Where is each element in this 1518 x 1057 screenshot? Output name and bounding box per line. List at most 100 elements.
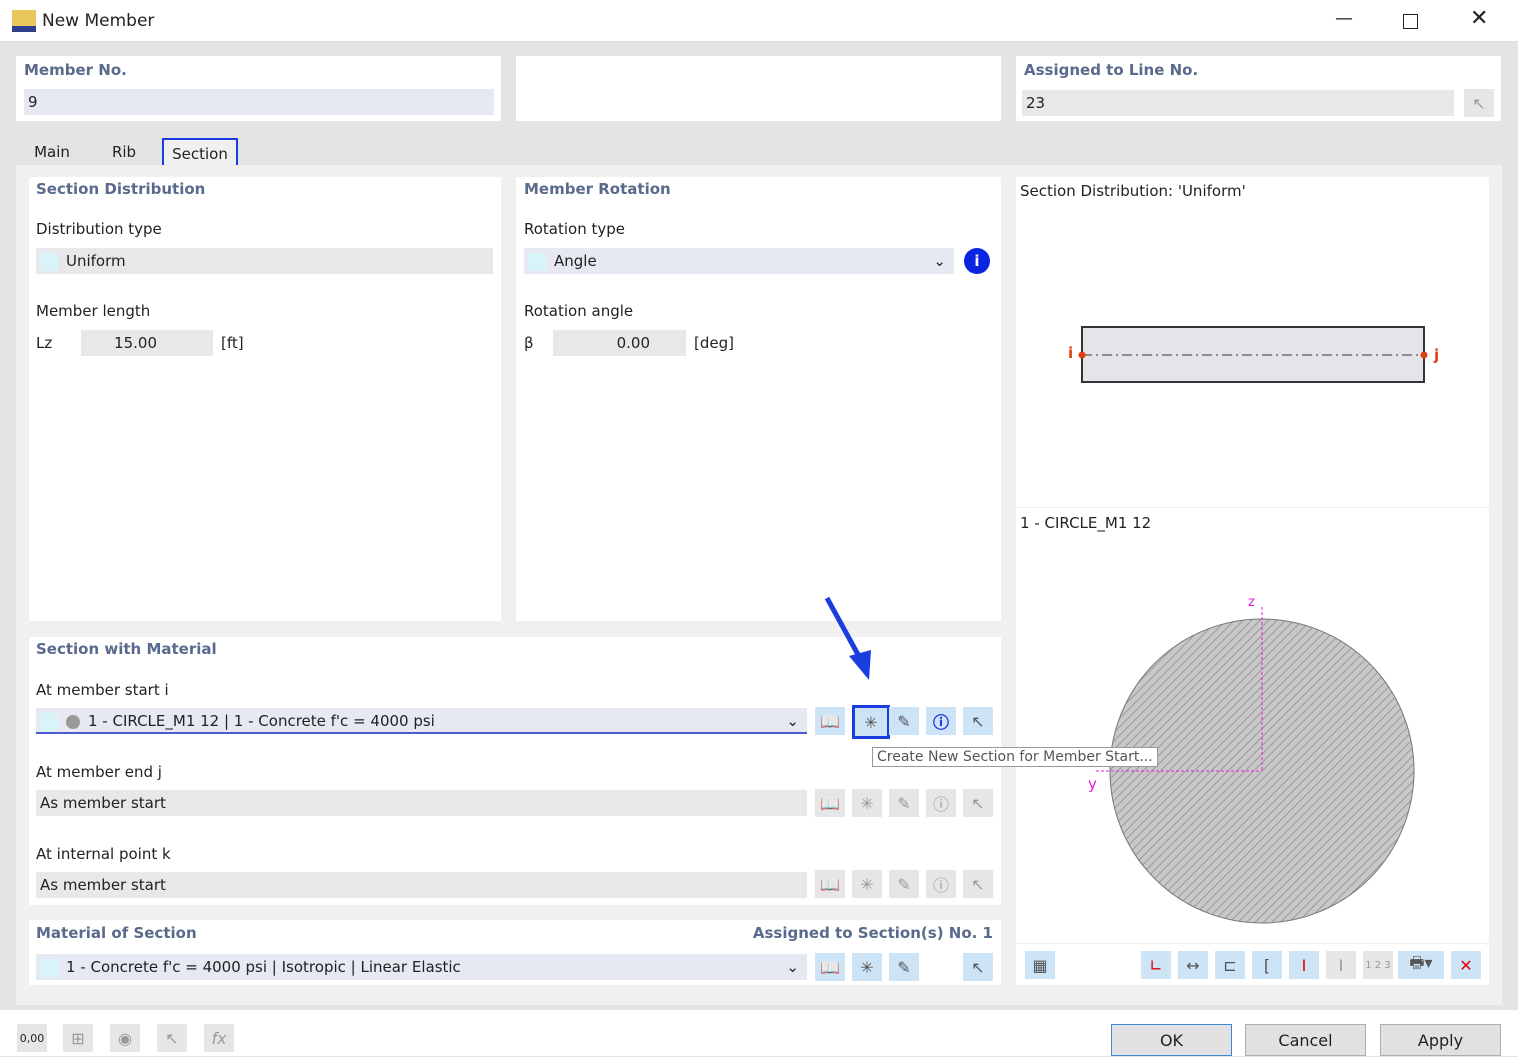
assigned-line-label: Assigned to Line No. <box>1024 61 1199 79</box>
member-rotation-header: Member Rotation <box>524 180 671 198</box>
app-icon <box>12 10 36 32</box>
distribution-type-select[interactable]: Uniform <box>36 248 493 274</box>
start-section-select[interactable]: 1 - CIRCLE_M1 12 | 1 - Concrete f'c = 40… <box>36 708 807 734</box>
node-j-label: j <box>1434 346 1440 364</box>
pick-line-icon[interactable]: ↖ <box>1464 89 1494 117</box>
library-icon: 📖 <box>815 789 845 817</box>
length-symbol: Lz <box>36 334 53 352</box>
color-swatch <box>528 252 546 271</box>
section-distribution-panel: Section Distribution Distribution type U… <box>29 177 501 621</box>
rotation-type-select[interactable]: Angle ⌄ <box>524 248 954 274</box>
distribution-type-value: Uniform <box>66 252 126 270</box>
edit-section-icon: ✎ <box>889 870 919 898</box>
new-material-icon[interactable]: ✳ <box>852 953 882 981</box>
axes-icon[interactable]: ⊏ <box>1215 951 1245 979</box>
minimize-button[interactable]: — <box>1335 8 1353 29</box>
tooltip: Create New Section for Member Start... <box>872 747 1158 767</box>
color-swatch <box>40 712 58 731</box>
member-no-label: Member No. <box>24 61 127 79</box>
material-header: Material of Section <box>36 924 197 942</box>
rotation-angle-value: 0.00 <box>616 334 650 352</box>
rotation-type-label: Rotation type <box>524 220 626 238</box>
angle-symbol: β <box>524 334 534 352</box>
stress-points-icon[interactable]: I <box>1289 951 1319 979</box>
title-bar: New Member — ✕ <box>0 0 1518 42</box>
color-swatch <box>40 958 58 977</box>
rotation-angle-label: Rotation angle <box>524 302 634 320</box>
info-icon[interactable]: i <box>964 248 990 274</box>
library-icon[interactable]: 📖 <box>815 953 845 981</box>
internal-label: At internal point k <box>36 845 171 863</box>
function-icon[interactable]: fx <box>204 1024 234 1052</box>
cancel-button[interactable]: Cancel <box>1245 1024 1366 1056</box>
info-icon[interactable]: ⓘ <box>926 707 956 735</box>
info-icon: ⓘ <box>926 789 956 817</box>
assigned-sections: Assigned to Section(s) No. 1 <box>752 924 993 942</box>
close-button[interactable]: ✕ <box>1470 6 1488 31</box>
divider <box>1016 507 1489 508</box>
maximize-button[interactable] <box>1403 14 1418 29</box>
distribution-preview-title: Section Distribution: 'Uniform' <box>1020 182 1246 200</box>
model-icon[interactable]: ⊞ <box>63 1024 93 1052</box>
assigned-line-panel: Assigned to Line No. 23 ↖ <box>1016 56 1501 121</box>
shear-center-icon[interactable]: [ <box>1252 951 1282 979</box>
material-value: 1 - Concrete f'c = 4000 psi | Isotropic … <box>66 958 461 976</box>
pick-section-icon: ↖ <box>963 789 993 817</box>
pick-section-icon: ↖ <box>963 870 993 898</box>
chevron-down-icon: ⌄ <box>786 958 799 976</box>
print-icon[interactable]: 🖶▾ <box>1398 951 1444 979</box>
dimensions-icon[interactable]: ↔ <box>1178 951 1208 979</box>
circle-icon <box>66 714 80 729</box>
length-unit: [ft] <box>221 334 244 352</box>
start-label: At member start i <box>36 681 169 699</box>
distribution-type-label: Distribution type <box>36 220 162 238</box>
member-rotation-panel: Member Rotation Rotation type Angle ⌄ i R… <box>516 177 1001 621</box>
angle-unit: [deg] <box>694 334 734 352</box>
edit-section-icon[interactable]: ✎ <box>889 707 919 735</box>
section-outline-icon[interactable]: ∟ <box>1141 951 1171 979</box>
view-icon[interactable]: ◉ <box>110 1024 140 1052</box>
new-section-icon: ✳ <box>852 870 882 898</box>
material-select[interactable]: 1 - Concrete f'c = 4000 psi | Isotropic … <box>36 954 807 980</box>
internal-section-select[interactable]: As member start <box>36 872 807 898</box>
section-distribution-header: Section Distribution <box>36 180 206 198</box>
window-title: New Member <box>42 11 155 31</box>
member-length-input[interactable]: 15.00 <box>81 330 213 356</box>
info-icon: ⓘ <box>926 870 956 898</box>
preview-panel: Section Distribution: 'Uniform' i j 1 - … <box>1016 177 1489 985</box>
library-icon[interactable]: 📖 <box>815 707 845 735</box>
assigned-line-input[interactable]: 23 <box>1022 90 1454 116</box>
start-section-value: 1 - CIRCLE_M1 12 | 1 - Concrete f'c = 40… <box>88 712 435 730</box>
member-diagram <box>1078 326 1428 383</box>
display-options-icon[interactable]: ▦ <box>1025 951 1055 979</box>
pick-section-icon[interactable]: ↖ <box>963 707 993 735</box>
pick-material-icon[interactable]: ↖ <box>963 953 993 981</box>
node-i-label: i <box>1068 344 1074 362</box>
member-no-input[interactable]: 9 <box>24 89 494 115</box>
new-section-icon[interactable]: ✳ <box>852 705 890 739</box>
value-icon[interactable]: 0,00 <box>17 1024 47 1052</box>
z-axis-label: z <box>1248 595 1255 610</box>
end-section-select[interactable]: As member start <box>36 790 807 816</box>
numbering-icon: 1 2 3 <box>1363 951 1393 979</box>
chevron-down-icon: ⌄ <box>786 712 799 730</box>
divider <box>1016 943 1489 944</box>
value-icon-text: 0,00 <box>19 1031 45 1045</box>
new-section-icon: ✳ <box>852 789 882 817</box>
ok-button[interactable]: OK <box>1111 1024 1232 1056</box>
chevron-down-icon: ⌄ <box>933 252 946 270</box>
section-icon: I <box>1326 951 1356 979</box>
reset-zoom-icon[interactable]: ✕ <box>1451 951 1481 979</box>
blank-panel <box>516 56 1001 121</box>
edit-material-icon[interactable]: ✎ <box>889 953 919 981</box>
arrow-annotation-icon <box>824 596 871 680</box>
apply-button[interactable]: Apply <box>1380 1024 1501 1056</box>
rotation-type-value: Angle <box>554 252 597 270</box>
library-icon: 📖 <box>815 870 845 898</box>
edit-section-icon: ✎ <box>889 789 919 817</box>
section-material-header: Section with Material <box>36 640 217 658</box>
pick-icon[interactable]: ↖ <box>157 1024 187 1052</box>
rotation-angle-input[interactable]: 0.00 <box>553 330 686 356</box>
section-preview-title: 1 - CIRCLE_M1 12 <box>1020 514 1152 532</box>
member-no-panel: Member No. 9 <box>16 56 501 121</box>
